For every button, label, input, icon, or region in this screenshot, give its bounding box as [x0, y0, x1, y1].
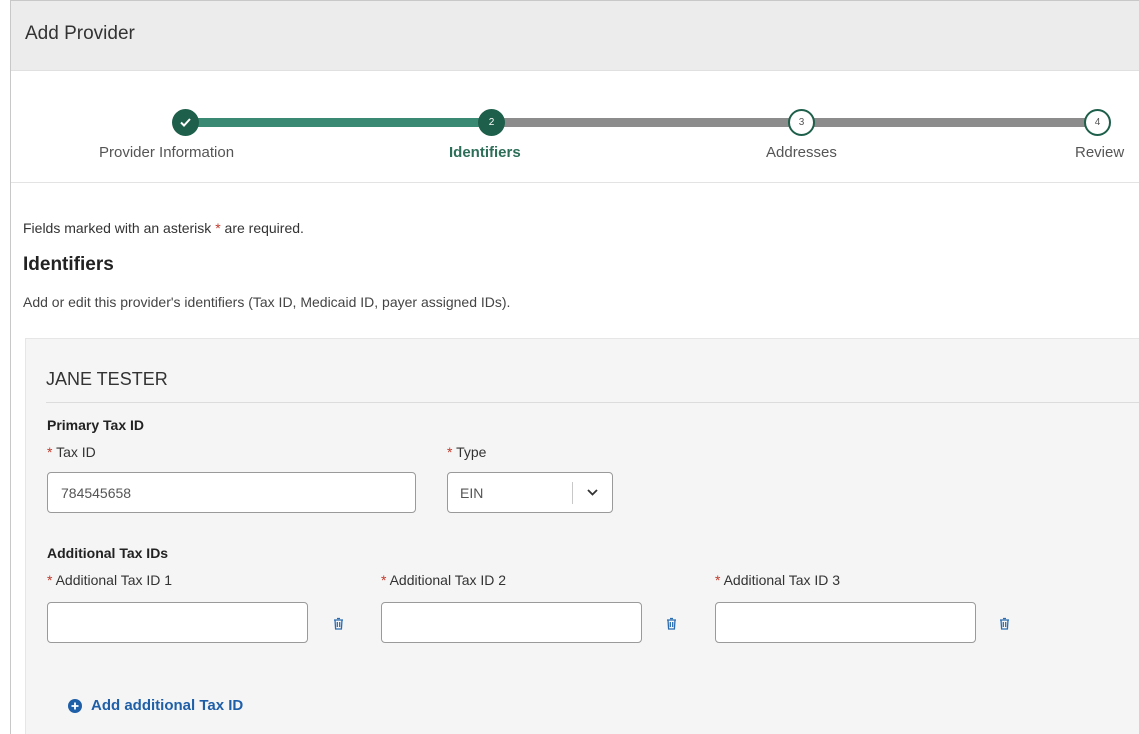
step-2-number: 2	[488, 117, 495, 128]
add-link-label: Add additional Tax ID	[91, 697, 244, 714]
required-asterisk: *	[47, 444, 53, 460]
step-3-circle[interactable]: 3	[788, 109, 815, 136]
type-label: * Type	[447, 444, 486, 460]
additional-tax-id-2-label-text: Additional Tax ID 2	[389, 572, 507, 588]
additional-tax-id-1-input[interactable]	[47, 602, 308, 643]
provider-card: JANE TESTER Primary Tax ID * Tax ID * Ty…	[25, 338, 1139, 734]
additional-tax-id-1-label-text: Additional Tax ID 1	[55, 572, 173, 588]
trash-icon[interactable]	[997, 615, 1011, 631]
card-divider	[46, 402, 1139, 403]
tax-id-label: * Tax ID	[47, 444, 96, 460]
step-4-circle[interactable]: 4	[1084, 109, 1111, 136]
step-3-label: Addresses	[766, 144, 837, 161]
progress-stepper: 2 3 4 Provider Information Identifiers A…	[11, 71, 1139, 183]
section-description: Add or edit this provider's identifiers …	[23, 294, 511, 310]
additional-tax-id-2-label: * Additional Tax ID 2	[381, 572, 506, 588]
step-4-label: Review	[1075, 144, 1125, 161]
add-provider-panel: Add Provider 2 3 4 Provider Information …	[10, 0, 1139, 734]
step-4-number: 4	[1094, 117, 1101, 128]
additional-tax-id-3-label-text: Additional Tax ID 3	[723, 572, 841, 588]
provider-name: JANE TESTER	[46, 369, 168, 389]
check-icon	[180, 118, 191, 127]
trash-icon[interactable]	[664, 615, 678, 631]
step-1-label: Provider Information	[99, 144, 235, 161]
section-title: Identifiers	[23, 254, 114, 275]
additional-tax-id-3-label: * Additional Tax ID 3	[715, 572, 840, 588]
plus-circle-icon	[68, 698, 82, 713]
trash-icon[interactable]	[331, 615, 345, 631]
chevron-down-icon[interactable]	[573, 489, 611, 496]
stepper-track-complete	[176, 118, 491, 127]
step-2-circle[interactable]: 2	[478, 109, 505, 136]
additional-tax-id-1-label: * Additional Tax ID 1	[47, 572, 172, 588]
tax-id-label-text: Tax ID	[56, 444, 96, 460]
step-1-circle[interactable]	[172, 109, 199, 136]
additional-tax-id-2-input[interactable]	[381, 602, 642, 643]
page-title: Add Provider	[25, 23, 135, 44]
required-fields-note: Fields marked with an asterisk * are req…	[23, 220, 304, 236]
step-2-label: Identifiers	[449, 144, 521, 161]
additional-tax-id-3-input[interactable]	[715, 602, 976, 643]
required-asterisk: *	[215, 220, 221, 236]
required-asterisk: *	[447, 444, 453, 460]
type-select[interactable]: EIN	[447, 472, 613, 513]
required-asterisk: *	[715, 572, 721, 588]
required-note-prefix: Fields marked with an asterisk	[23, 220, 212, 236]
page-header: Add Provider	[11, 1, 1139, 71]
required-asterisk: *	[47, 572, 53, 588]
tax-id-input[interactable]	[47, 472, 416, 513]
additional-tax-heading: Additional Tax IDs	[47, 545, 169, 561]
primary-tax-heading: Primary Tax ID	[47, 417, 145, 433]
add-additional-tax-id-link[interactable]: Add additional Tax ID	[68, 697, 243, 714]
required-note-suffix: are required.	[224, 220, 304, 236]
type-label-text: Type	[456, 444, 487, 460]
step-3-number: 3	[798, 117, 805, 128]
required-asterisk: *	[381, 572, 387, 588]
type-select-value: EIN	[460, 484, 484, 501]
